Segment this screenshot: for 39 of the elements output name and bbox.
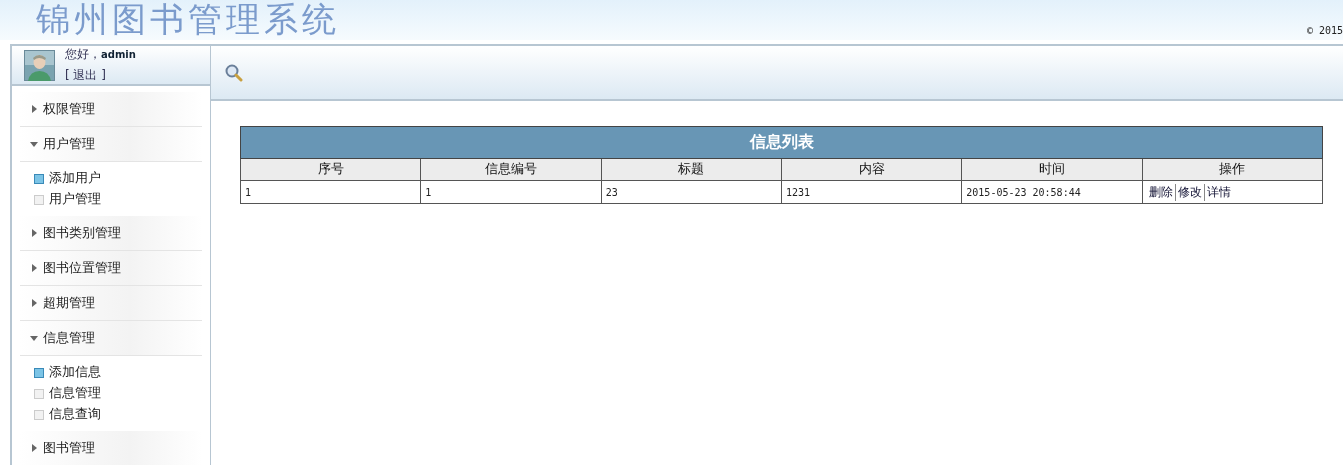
caret-right-icon: [30, 444, 38, 452]
caret-right-icon: [30, 299, 38, 307]
caret-down-icon: [30, 140, 38, 148]
table-cell: 2015-05-23 20:58:44: [961, 180, 1143, 204]
menu-item[interactable]: 添加用户: [34, 170, 202, 187]
caret-right-icon: [30, 105, 38, 113]
menu-item[interactable]: 信息管理: [34, 385, 202, 402]
caret-down-icon: [30, 334, 38, 342]
column-header: 时间: [961, 158, 1143, 181]
menu-group[interactable]: 权限管理: [20, 92, 202, 127]
column-header: 信息编号: [420, 158, 602, 181]
caret-right-icon: [30, 229, 38, 237]
action-link[interactable]: 详情: [1203, 183, 1233, 201]
column-header: 序号: [240, 158, 421, 181]
table-cell: 23: [601, 180, 782, 204]
greeting-text: 您好，admin: [65, 46, 136, 63]
action-link[interactable]: 修改: [1174, 183, 1204, 201]
avatar-icon: [24, 49, 55, 81]
menu-group[interactable]: 用户管理: [20, 127, 202, 162]
copyright-text: © 2015: [1306, 25, 1343, 36]
app-title: 锦州图书管理系统: [36, 0, 340, 38]
search-icon[interactable]: [225, 63, 243, 82]
table-title: 信息列表: [240, 126, 1323, 159]
column-header: 标题: [601, 158, 782, 181]
table-cell: 1: [240, 180, 421, 204]
table-cell: 1: [420, 180, 602, 204]
menu-group[interactable]: 图书类别管理: [20, 216, 202, 251]
column-header: 内容: [781, 158, 962, 181]
table-cell: 1231: [781, 180, 962, 204]
caret-right-icon: [30, 264, 38, 272]
column-header: 操作: [1142, 158, 1323, 181]
menu-item[interactable]: 添加信息: [34, 364, 202, 381]
menu-item[interactable]: 信息查询: [34, 406, 202, 423]
menu-group[interactable]: 信息管理: [20, 321, 202, 356]
menu-group[interactable]: 超期管理: [20, 286, 202, 321]
menu-item[interactable]: 用户管理: [34, 191, 202, 208]
logout-link[interactable]: [ 退出 ]: [65, 67, 136, 84]
menu-group[interactable]: 图书位置管理: [20, 251, 202, 286]
action-link[interactable]: 删除: [1146, 183, 1175, 201]
